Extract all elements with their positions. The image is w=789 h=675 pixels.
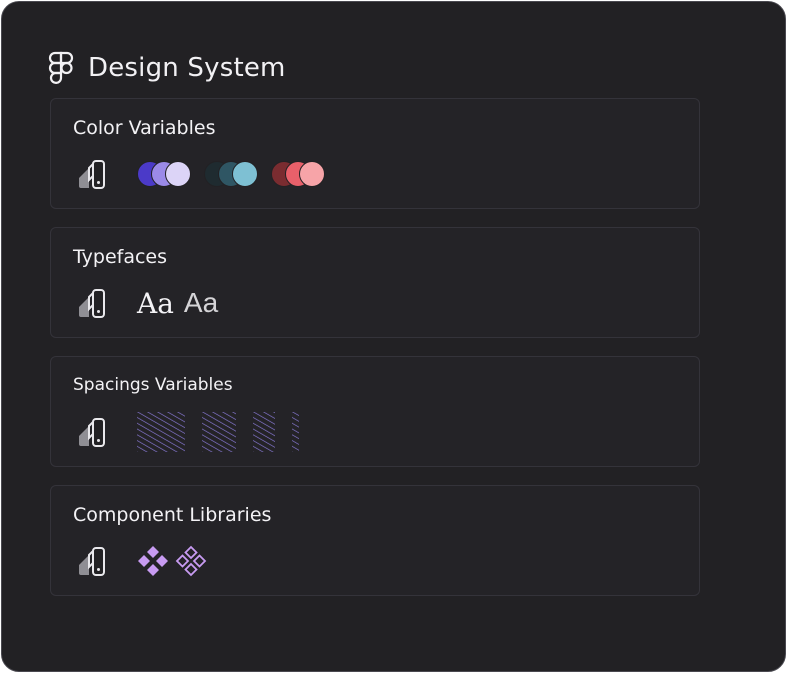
card-component-libraries[interactable]: Component Libraries [50, 485, 700, 596]
swatchbook-icon [79, 160, 105, 189]
spacing-swatch-sm [292, 412, 299, 452]
component-filled-icon [138, 546, 168, 576]
card-typefaces[interactable]: Typefaces Aa Aa [50, 227, 700, 338]
card-title: Typefaces [73, 246, 168, 268]
figma-logo-icon [48, 51, 74, 84]
card-content [77, 157, 338, 191]
color-palette-group [204, 161, 259, 187]
swatchbook-icon [79, 418, 105, 447]
card-title: Spacings Variables [73, 375, 233, 395]
card-title: Color Variables [73, 117, 216, 139]
color-swatch [165, 161, 191, 187]
design-system-panel: Design System Color Variables Typefaces … [1, 1, 786, 672]
card-spacings-variables[interactable]: Spacings Variables [50, 356, 700, 467]
card-content [77, 544, 207, 578]
color-swatch [232, 161, 258, 187]
card-content: Aa Aa [77, 286, 218, 320]
card-title: Component Libraries [73, 504, 272, 526]
panel-header: Design System [48, 48, 286, 88]
spacing-swatch-xl [137, 412, 185, 452]
page-title: Design System [88, 53, 286, 83]
swatchbook-icon [79, 547, 105, 576]
spacing-swatch-md [253, 412, 275, 452]
card-color-variables[interactable]: Color Variables [50, 98, 700, 209]
color-swatch [299, 161, 325, 187]
color-palette-group [137, 161, 192, 187]
spacing-swatch-lg [202, 412, 236, 452]
swatchbook-icon [79, 289, 105, 318]
typeface-sample-serif: Aa [137, 286, 174, 320]
component-outline-icon [175, 545, 207, 577]
color-palette-group [271, 161, 326, 187]
card-content [77, 412, 316, 452]
typeface-sample-sans-light: Aa [183, 287, 219, 318]
